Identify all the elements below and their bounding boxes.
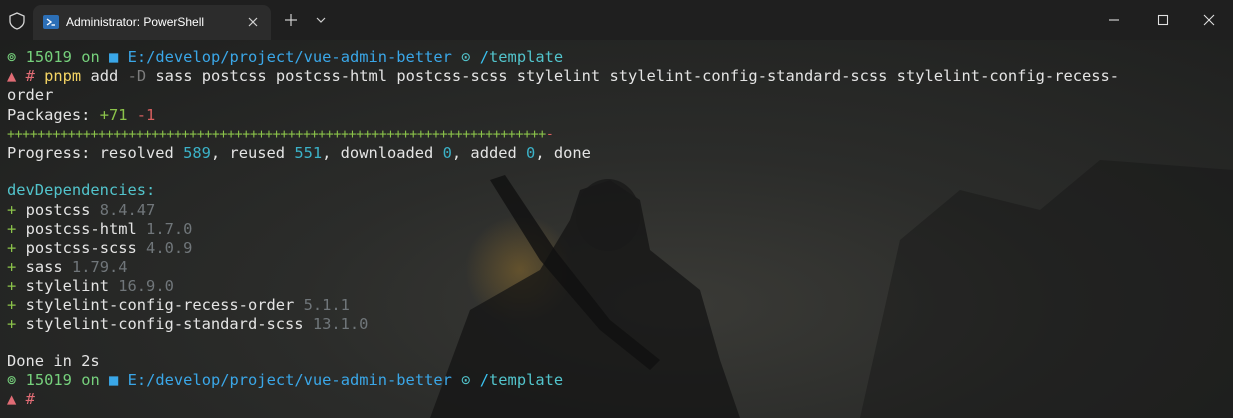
dep-plus: + [7,201,17,219]
window-close-icon[interactable] [1199,10,1219,30]
tab-title: Administrator: PowerShell [66,15,205,29]
reused-count: 551 [294,144,323,162]
dep-version: 1.79.4 [71,258,128,276]
git-branch-icon: ⊙ [461,371,471,389]
resolved-count: 589 [183,144,211,162]
progress-line: Progress: resolved 589, reused 551, down… [7,144,591,163]
prompt-hash: # [25,390,35,408]
branch-glyph: / [479,48,490,66]
dep-name: postcss-html [25,220,137,238]
dep-plus: + [7,315,17,333]
dependency-row: + postcss-scss 4.0.9 [7,239,192,258]
packages-label: Packages: [7,106,91,124]
close-icon[interactable] [245,14,261,30]
downloaded-count: 0 [442,144,452,162]
shield-icon [9,12,25,30]
prompt-on: on [81,48,100,66]
branch-glyph: / [479,371,490,389]
progress-bar-line: ++++++++++++++++++++++++++++++++++++++++… [7,125,554,144]
command-args-wrap: order [7,86,54,104]
prompt-marker: ▲ [7,390,17,408]
progress-bar-minus: - [545,127,554,142]
added-count: 0 [526,144,536,162]
dep-version: 16.9.0 [118,277,174,295]
command-name: pnpm [44,67,82,85]
prompt-path: E:/develop/project/vue-admin-better [127,48,452,66]
prompt-line-2: ⊚ 15019 on ■ E:/develop/project/vue-admi… [7,371,563,390]
packages-line: Packages: +71 -1 [7,106,155,125]
command-args: sass postcss postcss-html postcss-scss s… [155,67,1120,85]
command-sub: add [90,67,119,85]
dev-deps-header: devDependencies: [7,181,156,199]
packages-minus: -1 [136,106,156,124]
minimize-icon[interactable] [1104,10,1124,30]
prompt-pid: 15019 [25,371,72,389]
command-line: ▲ # pnpm add -D sass postcss postcss-htm… [7,67,1119,86]
dep-name: sass [25,258,63,276]
folder-icon: ■ [109,371,119,389]
dep-plus: + [7,258,17,276]
dep-plus: + [7,277,17,295]
added-label: , added [451,144,517,162]
dep-plus: + [7,239,17,257]
command-line-wrap: order [7,86,53,105]
prompt-branch: template [489,48,564,66]
dep-plus: + [7,220,17,238]
dep-version: 1.7.0 [146,220,193,238]
prompt-line: ⊚ 15019 on ■ E:/develop/project/vue-admi… [7,48,563,67]
dep-name: postcss-scss [25,239,137,257]
dep-name: stylelint [25,277,109,295]
dependency-row: + stylelint-config-recess-order 5.1.1 [7,296,350,315]
plus-icon[interactable] [283,12,299,28]
dep-plus: + [7,296,17,314]
dep-version: 4.0.9 [146,239,193,257]
dep-version: 8.4.47 [99,201,156,219]
dep-version: 5.1.1 [303,296,350,314]
chevron-down-icon[interactable] [314,15,328,25]
tab-powershell[interactable]: Administrator: PowerShell [33,5,271,40]
dep-version: 13.1.0 [312,315,369,333]
prompt-hash: # [25,67,35,85]
dependency-row: + sass 1.79.4 [7,258,128,277]
git-branch-icon: ⊙ [461,48,471,66]
prompt-symbol: ⊚ [7,48,17,66]
dependency-row: + stylelint 16.9.0 [7,277,174,296]
dependency-row: + postcss-html 1.7.0 [7,220,192,239]
dep-name: stylelint-config-standard-scss [25,315,304,333]
prompt-pid: 15019 [25,48,72,66]
prompt-branch: template [489,371,564,389]
input-line[interactable]: ▲ # [7,390,35,409]
dependency-row: + postcss 8.4.47 [7,201,155,220]
title-bar: Administrator: PowerShell [0,0,1233,40]
terminal-pane[interactable]: ⊚ 15019 on ■ E:/develop/project/vue-admi… [0,40,1233,418]
powershell-icon [43,15,59,29]
progress-label: Progress: resolved [7,144,174,162]
packages-plus: +71 [99,106,128,124]
downloaded-label: , downloaded [322,144,434,162]
reused-label: , reused [210,144,286,162]
command-flag: -D [127,67,147,85]
dep-name: postcss [25,201,91,219]
dep-name: stylelint-config-recess-order [25,296,295,314]
prompt-symbol: ⊚ [7,371,17,389]
folder-icon: ■ [109,48,119,66]
dependency-row: + stylelint-config-standard-scss 13.1.0 [7,315,368,334]
prompt-marker: ▲ [7,67,17,85]
prompt-path: E:/develop/project/vue-admin-better [127,371,452,389]
prompt-on: on [81,371,100,389]
done-label: , done [535,144,591,162]
maximize-icon[interactable] [1153,10,1173,30]
done-line: Done in 2s [7,352,100,370]
progress-bar: ++++++++++++++++++++++++++++++++++++++++… [7,127,546,142]
